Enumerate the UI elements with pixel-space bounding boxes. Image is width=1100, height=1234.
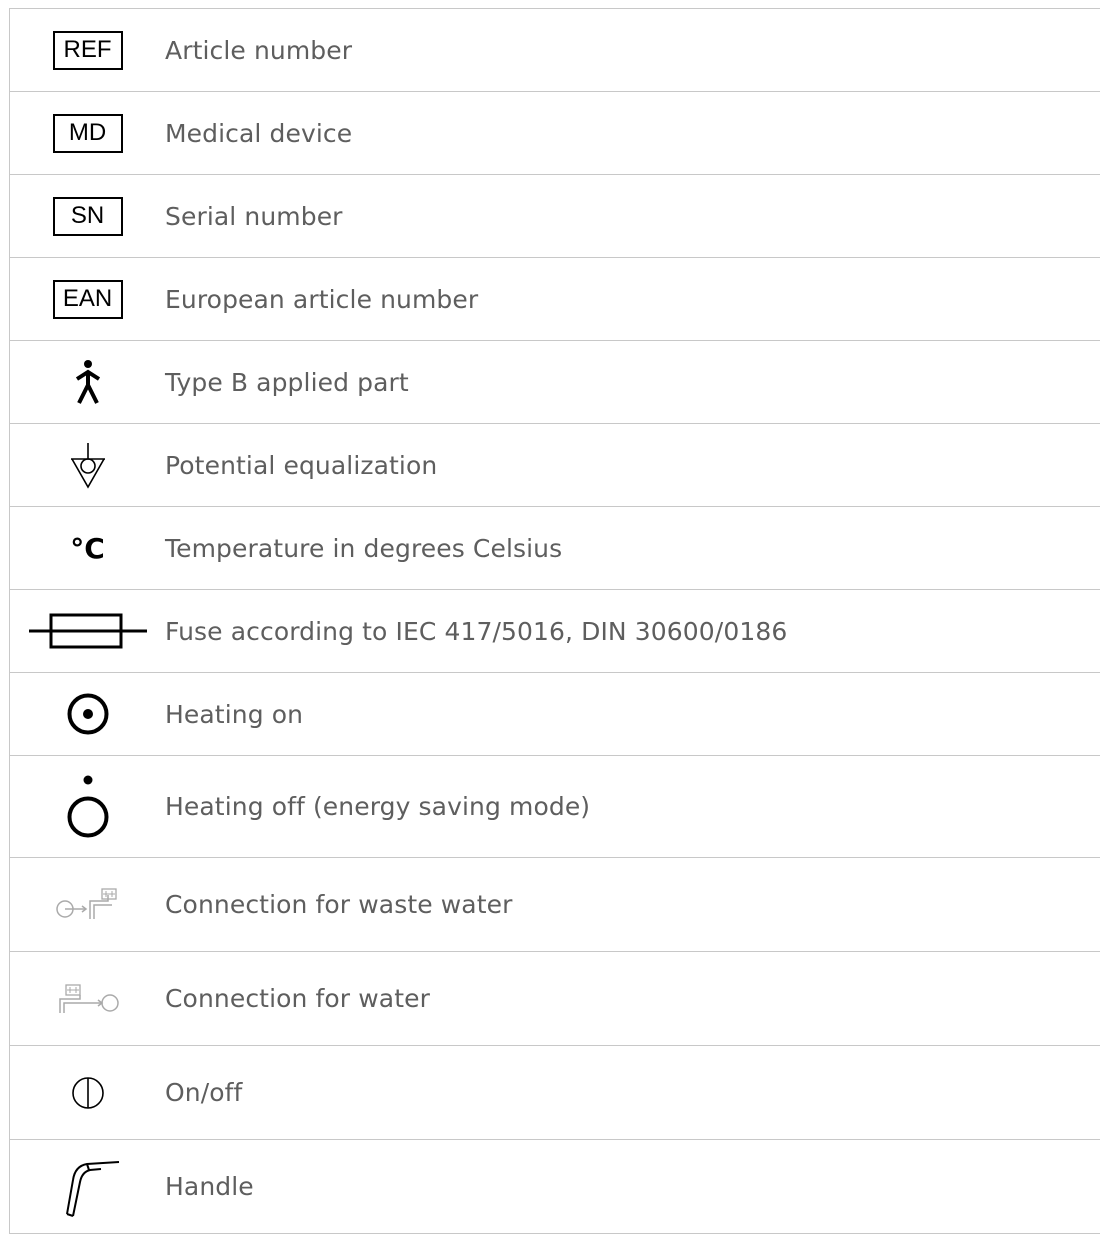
celsius-icon: °C	[70, 531, 105, 565]
symbol-cell	[10, 611, 165, 651]
on-off-icon	[70, 1075, 106, 1111]
symbol-cell	[10, 359, 165, 405]
water-connection-icon	[52, 981, 124, 1017]
fuse-icon	[28, 611, 147, 651]
row-label: Type B applied part	[165, 367, 409, 397]
heating-on-icon	[66, 692, 110, 736]
symbol-cell	[10, 1156, 165, 1218]
table-row: Connection for waste water	[10, 858, 1100, 952]
symbol-cell	[10, 441, 165, 489]
symbol-cell: MD	[10, 113, 165, 153]
table-row: Fuse according to IEC 417/5016, DIN 3060…	[10, 590, 1100, 673]
table-row: EAN European article number	[10, 258, 1100, 341]
table-row: REF Article number	[10, 9, 1100, 92]
sn-box-icon: SN	[52, 196, 123, 236]
table-row: Heating on	[10, 673, 1100, 756]
type-b-applied-part-icon	[74, 359, 102, 405]
symbol-cell	[10, 981, 165, 1017]
row-label: Serial number	[165, 201, 343, 231]
row-label: European article number	[165, 284, 479, 314]
table-row: Handle	[10, 1140, 1100, 1234]
handle-icon	[53, 1156, 123, 1218]
row-label: Temperature in degrees Celsius	[165, 533, 563, 563]
heating-off-icon	[66, 775, 110, 839]
ref-box-icon: REF	[52, 30, 123, 70]
row-label: Article number	[165, 35, 353, 65]
waste-water-connection-icon	[52, 887, 124, 923]
symbol-cell: EAN	[10, 279, 165, 319]
row-label: Potential equalization	[165, 450, 438, 480]
symbol-cell	[10, 1075, 165, 1111]
table-row: On/off	[10, 1046, 1100, 1140]
row-label: Medical device	[165, 118, 353, 148]
row-label: Connection for water	[165, 984, 430, 1013]
row-label: Fuse according to IEC 417/5016, DIN 3060…	[165, 616, 788, 646]
table-row: Heating off (energy saving mode)	[10, 756, 1100, 858]
symbol-cell	[10, 887, 165, 923]
symbol-cell: SN	[10, 196, 165, 236]
symbols-table: REF Article number MD Medical device SN …	[9, 8, 1100, 1234]
md-box-icon: MD	[52, 113, 123, 153]
row-label: Heating on	[165, 699, 304, 729]
table-row: Type B applied part	[10, 341, 1100, 424]
table-row: °C Temperature in degrees Celsius	[10, 507, 1100, 590]
table-row: SN Serial number	[10, 175, 1100, 258]
ean-box-icon: EAN	[52, 279, 123, 319]
row-label: Handle	[165, 1172, 254, 1201]
symbol-cell	[10, 692, 165, 736]
row-label: Heating off (energy saving mode)	[165, 792, 591, 821]
symbol-cell: REF	[10, 30, 165, 70]
row-label: Connection for waste water	[165, 890, 513, 919]
symbol-cell: °C	[10, 532, 165, 565]
table-row: MD Medical device	[10, 92, 1100, 175]
symbol-cell	[10, 775, 165, 839]
table-row: Connection for water	[10, 952, 1100, 1046]
row-label: On/off	[165, 1078, 243, 1107]
potential-equalization-icon	[69, 441, 107, 489]
table-row: Potential equalization	[10, 424, 1100, 507]
